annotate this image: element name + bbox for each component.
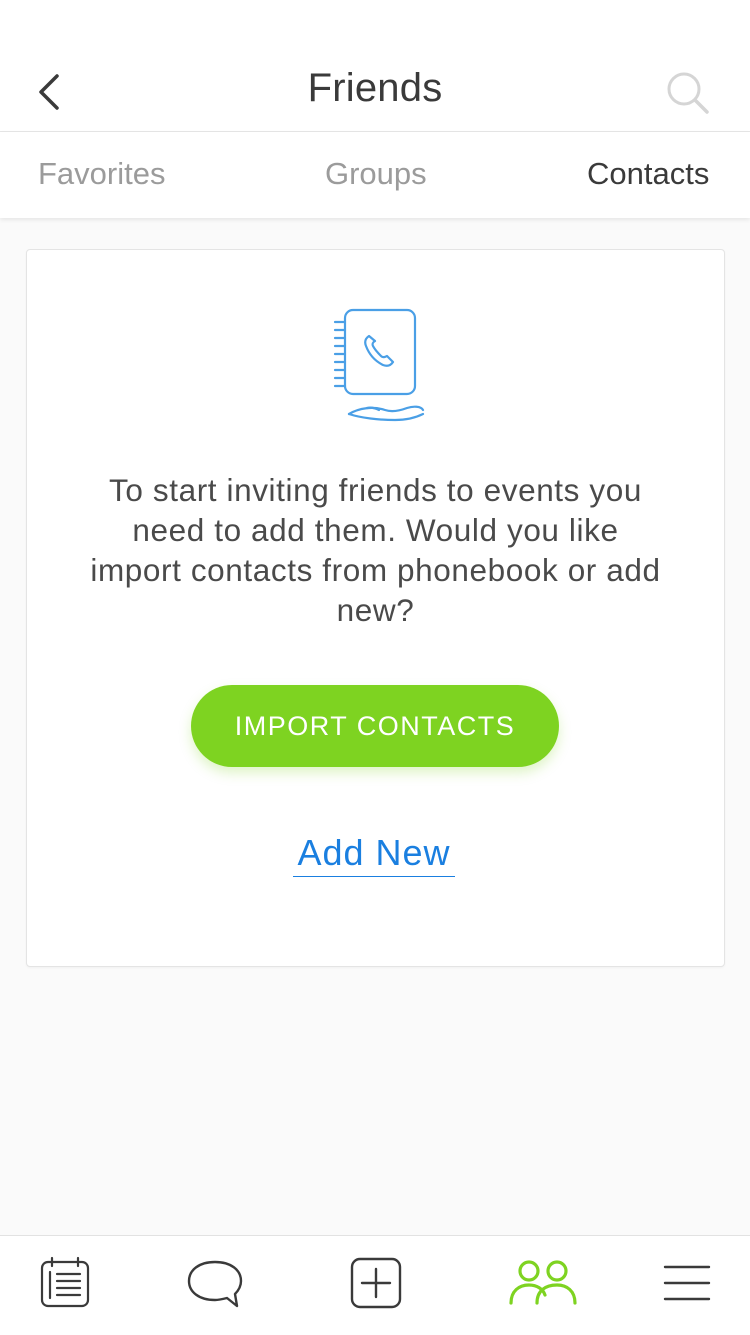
import-contacts-button[interactable]: IMPORT CONTACTS bbox=[191, 685, 559, 767]
add-square-icon bbox=[350, 1257, 402, 1309]
tab-bar: Favorites Groups Contacts bbox=[0, 132, 750, 218]
nav-friends-button[interactable] bbox=[493, 1252, 593, 1314]
tab-contacts[interactable]: Contacts bbox=[587, 156, 709, 192]
navigation-bar: Friends bbox=[0, 40, 750, 132]
nav-chat-button[interactable] bbox=[165, 1252, 265, 1314]
friends-icon bbox=[509, 1260, 577, 1305]
phonebook-hand-icon bbox=[333, 308, 425, 422]
page-title: Friends bbox=[307, 66, 443, 110]
empty-state-card: To start inviting friends to events you … bbox=[26, 249, 725, 967]
search-icon bbox=[667, 72, 709, 114]
tab-groups[interactable]: Groups bbox=[325, 156, 427, 192]
empty-state-message: To start inviting friends to events you … bbox=[90, 472, 661, 628]
nav-events-button[interactable] bbox=[15, 1252, 115, 1314]
nav-menu-button[interactable] bbox=[637, 1252, 737, 1314]
status-bar bbox=[0, 0, 750, 40]
add-new-link[interactable]: Add New bbox=[293, 832, 455, 877]
hamburger-menu-icon bbox=[663, 1265, 711, 1301]
nav-add-button[interactable] bbox=[326, 1252, 426, 1314]
search-button[interactable] bbox=[660, 68, 716, 118]
chat-bubble-icon bbox=[187, 1260, 243, 1308]
tab-favorites[interactable]: Favorites bbox=[38, 156, 165, 192]
bottom-navigation-bar bbox=[0, 1235, 750, 1335]
events-list-icon bbox=[40, 1256, 90, 1308]
